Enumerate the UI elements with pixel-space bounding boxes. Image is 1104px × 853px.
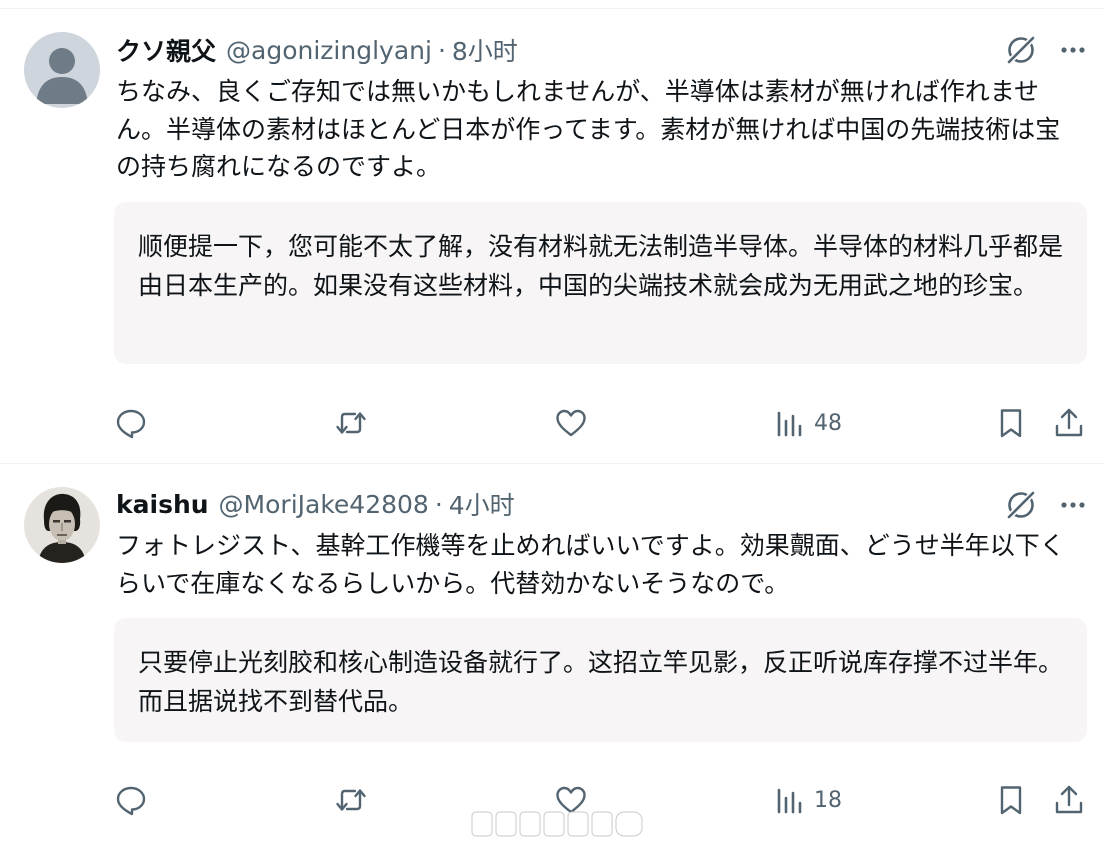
user-handle[interactable]: @agonizinglyanj <box>226 36 432 65</box>
view-count: 18 <box>814 787 842 813</box>
bookmark-button[interactable] <box>994 780 1028 820</box>
default-profile-silhouette-icon <box>24 32 100 108</box>
views-button[interactable]: 48 <box>774 403 842 443</box>
share-button[interactable] <box>1052 403 1086 443</box>
action-bar: 48 <box>0 403 1104 443</box>
more-icon[interactable] <box>1056 488 1090 522</box>
post-time[interactable]: 4小时 <box>449 486 515 522</box>
post-divider <box>0 463 1104 464</box>
separator-dot: · <box>434 489 443 519</box>
reply-button[interactable] <box>114 780 148 820</box>
grok-icon[interactable] <box>1004 488 1038 522</box>
watermark-logo <box>471 811 643 837</box>
separator-dot: · <box>437 35 446 65</box>
post-header: クソ親父 @agonizinglyanj · 8小时 <box>116 32 518 68</box>
post-header-icons <box>1004 33 1090 67</box>
avatar[interactable] <box>24 487 100 563</box>
bookmark-button[interactable] <box>994 403 1028 443</box>
views-button[interactable]: 18 <box>774 780 842 820</box>
post-header: kaishu @MoriJake42808 · 4小时 <box>116 486 515 522</box>
display-name[interactable]: クソ親父 <box>116 32 216 68</box>
reply-button[interactable] <box>114 403 148 443</box>
post-time[interactable]: 8小时 <box>452 32 518 68</box>
views-icon <box>777 411 802 437</box>
views-icon <box>777 788 802 814</box>
post-text: ちなみ、良くご存知では無いかもしれませんが、半導体は素材が無ければ作れません。半… <box>116 77 1061 181</box>
display-name[interactable]: kaishu <box>116 490 209 519</box>
share-icon <box>1055 408 1083 437</box>
like-button[interactable] <box>554 403 588 443</box>
top-divider <box>0 8 1104 9</box>
portrait-photo-icon <box>24 487 100 563</box>
translation-box: 顺便提一下，您可能不太了解，没有材料就无法制造半导体。半导体的材料几乎都是由日本… <box>114 202 1087 364</box>
reply-icon <box>116 786 146 816</box>
bookmark-icon <box>1000 786 1022 815</box>
reply-icon <box>116 409 146 439</box>
more-icon[interactable] <box>1056 33 1090 67</box>
user-handle[interactable]: @MoriJake42808 <box>219 490 429 519</box>
repost-button[interactable] <box>334 403 368 443</box>
repost-icon <box>336 412 366 434</box>
grok-icon[interactable] <box>1004 33 1038 67</box>
translation-text: 只要停止光刻胶和核心制造设备就行了。这招立竿见影，反正听说库存撑不过半年。而且据… <box>138 648 1064 716</box>
share-button[interactable] <box>1052 780 1086 820</box>
post-text: フォトレジスト、基幹工作機等を止めればいいですよ。効果覿面、どうせ半年以下くらい… <box>116 531 1065 598</box>
repost-button[interactable] <box>334 780 368 820</box>
translation-text: 顺便提一下，您可能不太了解，没有材料就无法制造半导体。半导体的材料几乎都是由日本… <box>138 232 1064 300</box>
translation-box: 只要停止光刻胶和核心制造设备就行了。这招立竿见影，反正听说库存撑不过半年。而且据… <box>114 618 1087 742</box>
like-icon <box>556 409 586 437</box>
view-count: 48 <box>814 410 842 436</box>
bookmark-icon <box>1000 409 1022 438</box>
repost-icon <box>336 789 366 811</box>
avatar[interactable] <box>24 32 100 108</box>
share-icon <box>1055 785 1083 814</box>
post-header-icons <box>1004 488 1090 522</box>
